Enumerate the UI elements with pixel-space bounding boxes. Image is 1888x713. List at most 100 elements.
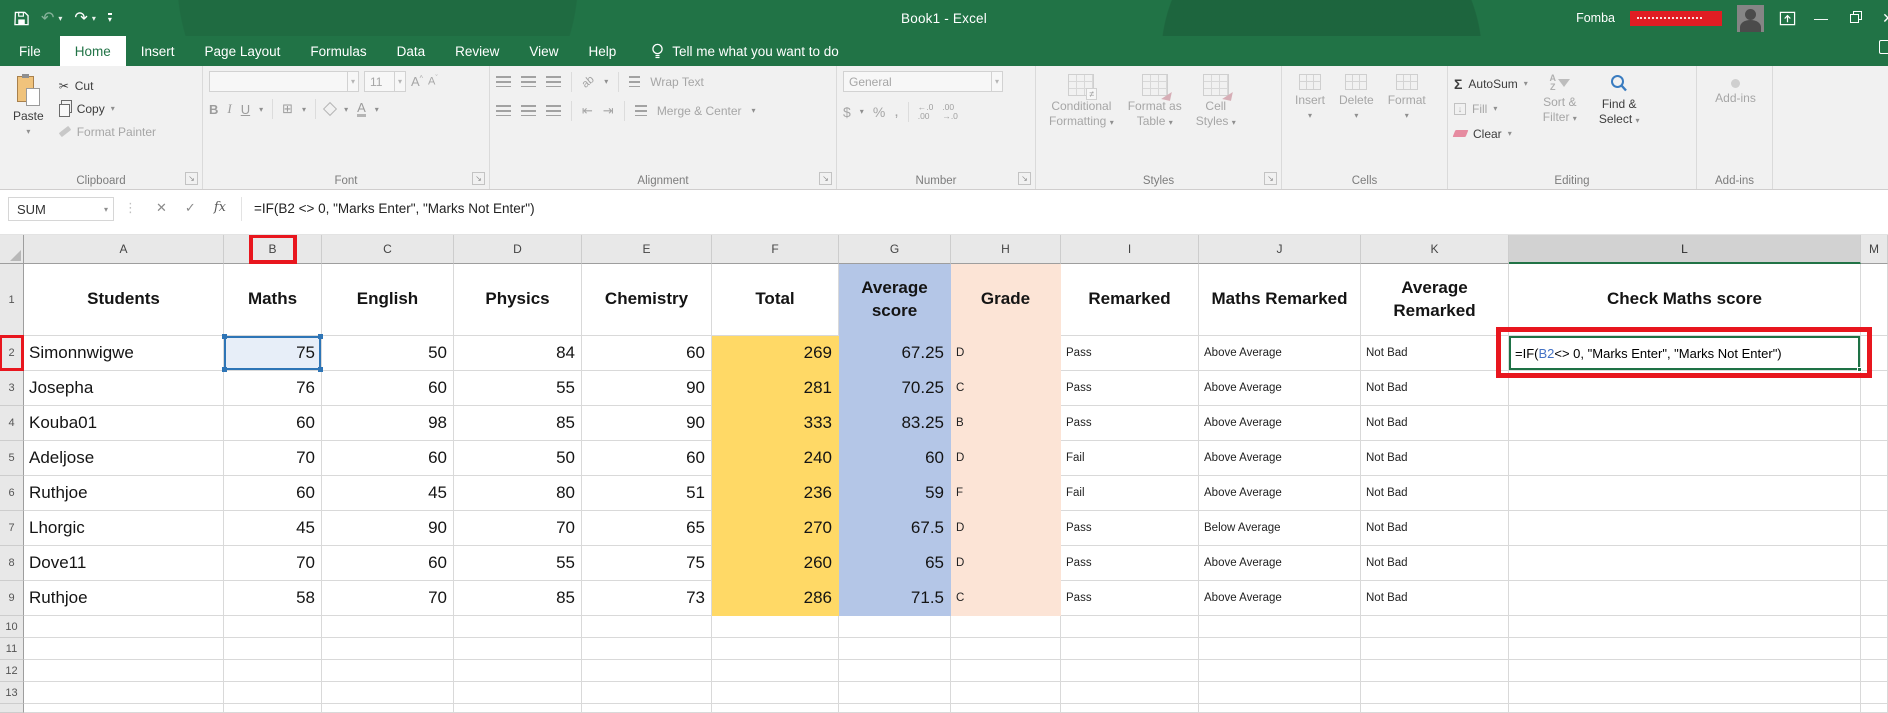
cell-k9[interactable]: Not Bad xyxy=(1361,581,1509,616)
cell-f3[interactable]: 281 xyxy=(712,371,839,406)
cell-g3[interactable]: 70.25 xyxy=(839,371,951,406)
cell-f5[interactable]: 240 xyxy=(712,441,839,476)
cell-m2[interactable] xyxy=(1861,336,1888,371)
accounting-format-icon[interactable]: $ xyxy=(843,104,851,120)
cell-i6[interactable]: Fail xyxy=(1061,476,1199,511)
cell-k10[interactable] xyxy=(1361,616,1509,638)
font-color-icon[interactable]: A xyxy=(357,101,366,117)
row-header-9[interactable]: 9 xyxy=(0,581,24,616)
cell-i4[interactable]: Pass xyxy=(1061,406,1199,441)
align-middle-icon[interactable] xyxy=(521,76,536,87)
find-select-button[interactable]: Find & Select ▾ xyxy=(1592,71,1647,144)
fill-button[interactable]: ↓ Fill ▾ xyxy=(1454,98,1528,119)
close-button[interactable]: ✕ xyxy=(1881,0,1888,36)
bold-button[interactable]: B xyxy=(209,102,218,117)
name-box[interactable]: SUM ▾ xyxy=(8,197,114,221)
cell-k11[interactable] xyxy=(1361,638,1509,660)
copy-button[interactable]: Copy ▾ xyxy=(58,98,156,119)
cell-i3[interactable]: Pass xyxy=(1061,371,1199,406)
cell-lx[interactable] xyxy=(1509,704,1861,713)
column-header-k[interactable]: K xyxy=(1361,235,1509,264)
row-header-4[interactable]: 4 xyxy=(0,406,24,441)
cell-f8[interactable]: 260 xyxy=(712,546,839,581)
cell-l3[interactable] xyxy=(1509,371,1861,406)
row-header-6[interactable]: 6 xyxy=(0,476,24,511)
cell-cx[interactable] xyxy=(322,704,454,713)
cell-b8[interactable]: 70 xyxy=(224,546,322,581)
cell-b13[interactable] xyxy=(224,682,322,704)
grow-font-icon[interactable]: A^ xyxy=(411,74,423,89)
column-header-j[interactable]: J xyxy=(1199,235,1361,264)
cancel-entry-button[interactable]: ✕ xyxy=(156,200,167,216)
cell-l6[interactable] xyxy=(1509,476,1861,511)
cell-g2[interactable]: 67.25 xyxy=(839,336,951,371)
cell-g13[interactable] xyxy=(839,682,951,704)
cell-c13[interactable] xyxy=(322,682,454,704)
cell-g7[interactable]: 67.5 xyxy=(839,511,951,546)
cell-j4[interactable]: Above Average xyxy=(1199,406,1361,441)
cell-j6[interactable]: Above Average xyxy=(1199,476,1361,511)
format-cells-button[interactable]: Format ▾ xyxy=(1381,71,1433,124)
cell-m3[interactable] xyxy=(1861,371,1888,406)
cell-d9[interactable]: 85 xyxy=(454,581,582,616)
font-name-combobox[interactable]: ▾ xyxy=(209,71,359,92)
header-cell-j1[interactable]: Maths Remarked xyxy=(1199,264,1361,336)
column-header-e[interactable]: E xyxy=(582,235,712,264)
cell-c9[interactable]: 70 xyxy=(322,581,454,616)
cell-d5[interactable]: 50 xyxy=(454,441,582,476)
insert-function-button[interactable]: fx xyxy=(214,200,226,215)
cell-h9[interactable]: C xyxy=(951,581,1061,616)
row-header-10[interactable]: 10 xyxy=(0,616,24,638)
cell-m8[interactable] xyxy=(1861,546,1888,581)
cell-c6[interactable]: 45 xyxy=(322,476,454,511)
cell-e9[interactable]: 73 xyxy=(582,581,712,616)
clipboard-dialog-launcher-icon[interactable]: ↘ xyxy=(185,172,198,185)
cell-h4[interactable]: B xyxy=(951,406,1061,441)
cell-e6[interactable]: 51 xyxy=(582,476,712,511)
styles-dialog-launcher-icon[interactable]: ↘ xyxy=(1264,172,1277,185)
cell-f10[interactable] xyxy=(712,616,839,638)
cell-a11[interactable] xyxy=(24,638,224,660)
align-right-icon[interactable] xyxy=(546,105,561,116)
header-cell-i1[interactable]: Remarked xyxy=(1061,264,1199,336)
cell-m4[interactable] xyxy=(1861,406,1888,441)
cell-l11[interactable] xyxy=(1509,638,1861,660)
cell-e12[interactable] xyxy=(582,660,712,682)
cell-d12[interactable] xyxy=(454,660,582,682)
cell-k3[interactable]: Not Bad xyxy=(1361,371,1509,406)
cell-b3[interactable]: 76 xyxy=(224,371,322,406)
cell-e13[interactable] xyxy=(582,682,712,704)
paste-button[interactable]: Paste ▾ xyxy=(6,71,51,142)
column-header-b[interactable]: B xyxy=(224,235,322,264)
cell-f4[interactable]: 333 xyxy=(712,406,839,441)
cell-l5[interactable] xyxy=(1509,441,1861,476)
cell-k8[interactable]: Not Bad xyxy=(1361,546,1509,581)
addins-button[interactable]: Add-ins xyxy=(1703,71,1768,109)
cell-mx[interactable] xyxy=(1861,704,1888,713)
cell-m9[interactable] xyxy=(1861,581,1888,616)
decrease-indent-icon[interactable]: ⇤ xyxy=(582,103,593,119)
cell-j12[interactable] xyxy=(1199,660,1361,682)
cell-f2[interactable]: 269 xyxy=(712,336,839,371)
cell-b11[interactable] xyxy=(224,638,322,660)
cell-a4[interactable]: Kouba01 xyxy=(24,406,224,441)
cell-i13[interactable] xyxy=(1061,682,1199,704)
insert-cells-button[interactable]: Insert ▾ xyxy=(1288,71,1332,124)
cell-e2[interactable]: 60 xyxy=(582,336,712,371)
header-cell-f1[interactable]: Total xyxy=(712,264,839,336)
chevron-down-icon[interactable]: ▾ xyxy=(860,107,864,116)
cell-j10[interactable] xyxy=(1199,616,1361,638)
increase-decimal-icon[interactable]: ←.0.00 xyxy=(918,102,934,121)
cell-g8[interactable]: 65 xyxy=(839,546,951,581)
undo-icon[interactable]: ↶ xyxy=(41,8,54,28)
format-as-table-button[interactable]: Format as Table ▾ xyxy=(1121,71,1189,132)
cell-ex[interactable] xyxy=(582,704,712,713)
cell-g6[interactable]: 59 xyxy=(839,476,951,511)
cell-h13[interactable] xyxy=(951,682,1061,704)
cell-b12[interactable] xyxy=(224,660,322,682)
chevron-down-icon[interactable]: ▾ xyxy=(344,105,348,114)
cell-d6[interactable]: 80 xyxy=(454,476,582,511)
formula-bar-grip[interactable]: ⋮ xyxy=(124,200,137,216)
fill-color-icon[interactable] xyxy=(322,101,338,117)
redo-caret-icon[interactable]: ▾ xyxy=(92,14,96,23)
